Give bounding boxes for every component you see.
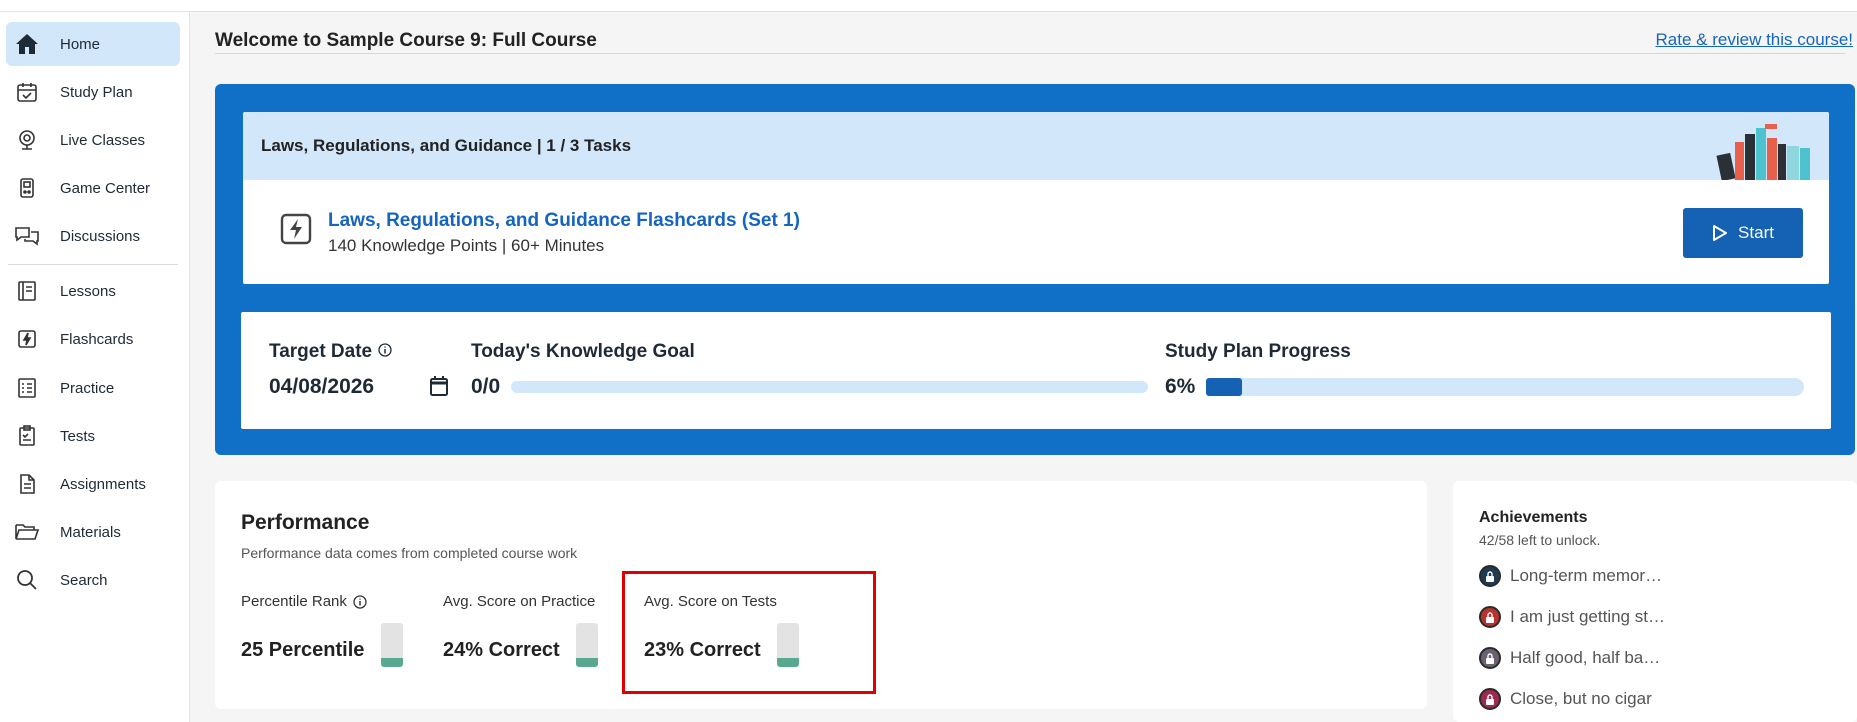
sidebar-item-practice[interactable]: Practice bbox=[6, 366, 180, 410]
lock-badge-icon bbox=[1479, 606, 1501, 628]
sidebar-item-label: Lessons bbox=[60, 282, 116, 300]
sidebar-item-label: Live Classes bbox=[60, 131, 146, 149]
start-label: Start bbox=[1738, 223, 1774, 242]
play-icon bbox=[1713, 225, 1728, 241]
sidebar-item-search[interactable]: Search bbox=[6, 558, 180, 602]
sidebar: Home Study Plan Live Classes Game Center… bbox=[0, 12, 190, 722]
lock-badge-icon bbox=[1479, 688, 1501, 710]
info-icon[interactable] bbox=[378, 343, 392, 357]
stat-percentile-rank: Percentile Rank 25 Percentile bbox=[241, 593, 403, 667]
stat-avg-practice: Avg. Score on Practice 24% Correct bbox=[443, 593, 598, 667]
sidebar-item-label: Discussions bbox=[60, 227, 141, 245]
checklist-icon bbox=[14, 375, 40, 401]
sidebar-item-label: Study Plan bbox=[60, 83, 133, 101]
achievements-panel: Achievements 42/58 left to unlock. Long-… bbox=[1453, 481, 1857, 722]
achievement-label: I am just getting st… bbox=[1510, 607, 1665, 626]
info-icon[interactable] bbox=[353, 595, 367, 609]
knowledge-goal-value: 0/0 bbox=[471, 375, 501, 398]
sidebar-item-label: Flashcards bbox=[60, 330, 134, 348]
sidebar-item-study-plan[interactable]: Study Plan bbox=[6, 70, 180, 114]
sidebar-item-home[interactable]: Home bbox=[6, 22, 180, 66]
calendar-icon[interactable] bbox=[429, 375, 449, 397]
stat-meter-level bbox=[381, 657, 403, 667]
achievement-item[interactable]: Close, but no cigar bbox=[1479, 688, 1652, 710]
stat-value: 25 Percentile bbox=[241, 639, 365, 661]
top-bar bbox=[0, 0, 1857, 12]
study-plan-progress-fill bbox=[1206, 378, 1242, 396]
task-meta: 140 Knowledge Points | 60+ Minutes bbox=[328, 236, 605, 255]
task-card: Laws, Regulations, and Guidance | 1 / 3 … bbox=[243, 112, 1829, 284]
target-date-label: Target Date bbox=[269, 341, 392, 363]
lock-badge-icon bbox=[1479, 565, 1501, 587]
stat-label: Percentile Rank bbox=[241, 593, 367, 610]
achievement-label: Half good, half ba… bbox=[1510, 648, 1661, 667]
flashcard-bolt-icon bbox=[14, 326, 40, 352]
achievements-title: Achievements bbox=[1479, 509, 1588, 526]
calendar-check-icon bbox=[14, 79, 40, 105]
book-icon bbox=[14, 278, 40, 304]
title-divider bbox=[215, 53, 1845, 54]
stat-meter bbox=[576, 623, 598, 667]
stat-label: Avg. Score on Practice bbox=[443, 593, 596, 610]
stat-value: 24% Correct bbox=[443, 639, 560, 661]
knowledge-goal-label: Today's Knowledge Goal bbox=[471, 341, 695, 362]
sidebar-item-label: Home bbox=[60, 35, 101, 53]
sidebar-item-label: Materials bbox=[60, 523, 121, 541]
sidebar-item-label: Game Center bbox=[60, 179, 151, 197]
sidebar-item-label: Tests bbox=[60, 427, 96, 445]
sidebar-item-assignments[interactable]: Assignments bbox=[6, 462, 180, 506]
game-console-icon bbox=[14, 175, 40, 201]
lock-badge-icon bbox=[1479, 647, 1501, 669]
target-date-label-text: Target Date bbox=[269, 341, 373, 362]
sidebar-divider bbox=[8, 264, 178, 265]
document-icon bbox=[14, 471, 40, 497]
clipboard-icon bbox=[14, 423, 40, 449]
sidebar-item-label: Practice bbox=[60, 379, 115, 397]
goals-card: Target Date 04/08/2026 Today's Knowledge… bbox=[241, 312, 1831, 429]
highlight-box bbox=[622, 571, 876, 694]
sidebar-item-label: Search bbox=[60, 571, 108, 589]
task-heading: Laws, Regulations, and Guidance | 1 / 3 … bbox=[243, 112, 1829, 180]
sidebar-item-discussions[interactable]: Discussions bbox=[6, 214, 180, 258]
sidebar-item-game-center[interactable]: Game Center bbox=[6, 166, 180, 210]
task-heading-text: Laws, Regulations, and Guidance | 1 / 3 … bbox=[261, 136, 632, 155]
sidebar-item-lessons[interactable]: Lessons bbox=[6, 269, 180, 313]
sidebar-item-materials[interactable]: Materials bbox=[6, 510, 180, 554]
achievement-item[interactable]: I am just getting st… bbox=[1479, 606, 1665, 628]
task-title-link[interactable]: Laws, Regulations, and Guidance Flashcar… bbox=[328, 210, 800, 232]
achievement-item[interactable]: Long-term memor… bbox=[1479, 565, 1662, 587]
search-icon bbox=[14, 567, 40, 593]
performance-subtitle: Performance data comes from completed co… bbox=[241, 545, 578, 561]
sidebar-item-label: Assignments bbox=[60, 475, 146, 493]
target-date-value[interactable]: 04/08/2026 bbox=[269, 375, 374, 399]
stat-meter bbox=[381, 623, 403, 667]
sidebar-item-flashcards[interactable]: Flashcards bbox=[6, 317, 180, 361]
folder-open-icon bbox=[14, 519, 40, 545]
progress-label: Study Plan Progress bbox=[1165, 341, 1351, 362]
performance-title: Performance bbox=[241, 511, 370, 534]
home-icon bbox=[14, 31, 40, 57]
flashcard-bolt-icon bbox=[280, 213, 312, 245]
books-illustration-icon bbox=[1716, 124, 1810, 180]
webcam-icon bbox=[14, 127, 40, 153]
page-title: Welcome to Sample Course 9: Full Course bbox=[215, 30, 597, 51]
achievement-label: Long-term memor… bbox=[1510, 566, 1663, 585]
rate-review-link[interactable]: Rate & review this course! bbox=[1656, 30, 1853, 50]
progress-value: 6% bbox=[1165, 375, 1196, 398]
chat-bubbles-icon bbox=[14, 223, 40, 249]
achievements-subtitle: 42/58 left to unlock. bbox=[1479, 532, 1601, 548]
achievement-label: Close, but no cigar bbox=[1510, 689, 1652, 708]
start-button[interactable]: Start bbox=[1683, 208, 1803, 258]
stat-meter-level bbox=[576, 658, 598, 667]
sidebar-item-tests[interactable]: Tests bbox=[6, 414, 180, 458]
sidebar-item-live-classes[interactable]: Live Classes bbox=[6, 118, 180, 162]
study-plan-progress-bar bbox=[1206, 378, 1804, 396]
task-body: Laws, Regulations, and Guidance Flashcar… bbox=[243, 180, 1829, 284]
achievement-item[interactable]: Half good, half ba… bbox=[1479, 647, 1660, 669]
stat-label-text: Percentile Rank bbox=[241, 593, 347, 610]
knowledge-goal-bar bbox=[511, 381, 1148, 393]
